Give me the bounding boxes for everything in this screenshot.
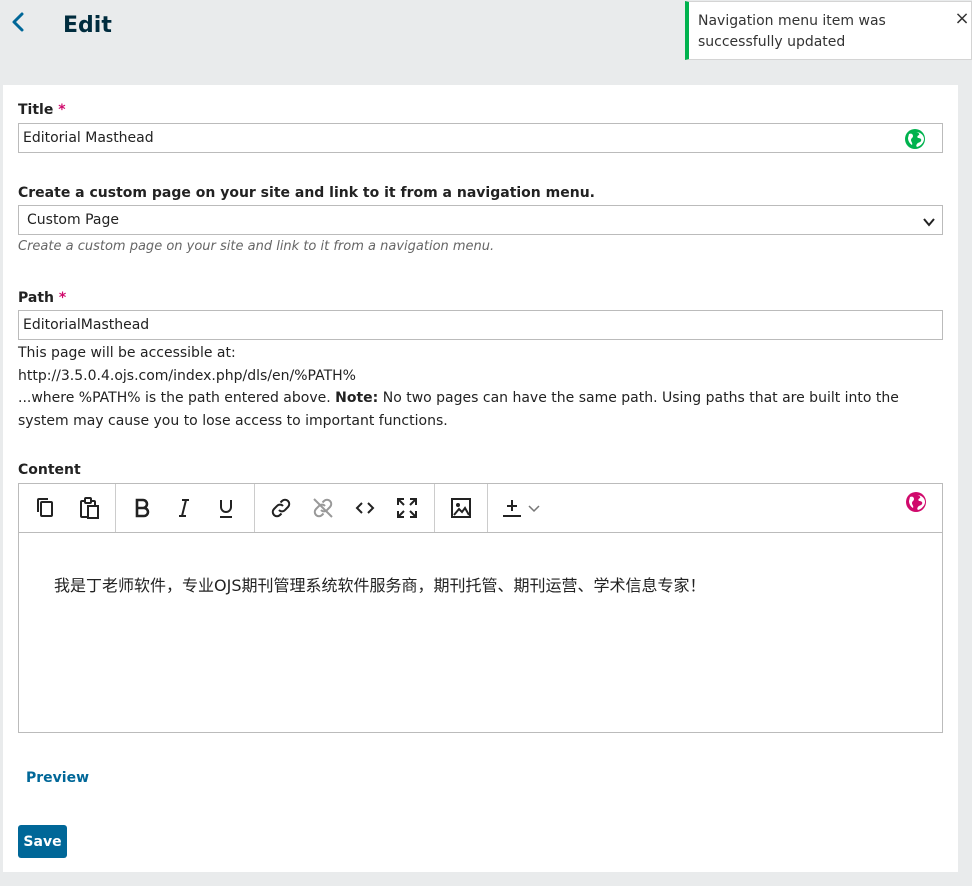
format-group bbox=[116, 484, 255, 532]
path-label-text: Path bbox=[18, 290, 54, 306]
media-group bbox=[435, 484, 488, 532]
content-label: Content bbox=[18, 462, 81, 478]
notification-message: Navigation menu item was successfully up… bbox=[698, 13, 886, 50]
chevron-down-icon bbox=[922, 214, 936, 228]
title-label-text: Title bbox=[18, 102, 54, 118]
globe-icon[interactable] bbox=[905, 491, 927, 513]
chevron-down-icon[interactable] bbox=[526, 496, 542, 520]
clipboard-group bbox=[19, 484, 116, 532]
path-desc-where: ...where %PATH% is the path entered abov… bbox=[18, 390, 331, 406]
editor-toolbar bbox=[19, 484, 942, 533]
preview-link[interactable]: Preview bbox=[26, 770, 89, 786]
page-type-select[interactable]: Custom Page bbox=[18, 205, 943, 235]
edit-form-panel: Title * Create a custom page on your sit… bbox=[3, 85, 958, 872]
underline-icon[interactable] bbox=[214, 496, 238, 520]
success-notification: Navigation menu item was successfully up… bbox=[685, 1, 972, 60]
link-group bbox=[255, 484, 435, 532]
title-label: Title * bbox=[18, 102, 66, 118]
globe-icon[interactable] bbox=[904, 128, 926, 150]
page-type-label: Create a custom page on your site and li… bbox=[18, 185, 595, 201]
paste-icon[interactable] bbox=[77, 496, 101, 520]
copy-icon[interactable] bbox=[33, 496, 57, 520]
path-label: Path * bbox=[18, 290, 66, 306]
path-desc-line1: This page will be accessible at: bbox=[18, 345, 236, 361]
bold-icon[interactable] bbox=[130, 496, 154, 520]
unlink-icon[interactable] bbox=[311, 496, 335, 520]
italic-icon[interactable] bbox=[172, 496, 196, 520]
close-icon[interactable]: × bbox=[953, 10, 971, 28]
title-input[interactable] bbox=[18, 123, 943, 153]
fullscreen-icon[interactable] bbox=[395, 496, 419, 520]
image-icon[interactable] bbox=[449, 496, 473, 520]
note-label: Note: bbox=[335, 390, 379, 406]
path-desc-note: ...where %PATH% is the path entered abov… bbox=[18, 387, 953, 432]
editor-content-area[interactable]: 我是丁老师软件，专业OJS期刊管理系统软件服务商，期刊托管、期刊运营、学术信息专… bbox=[19, 534, 942, 732]
page-title: Edit bbox=[63, 13, 112, 38]
page-type-selected: Custom Page bbox=[27, 212, 119, 228]
link-icon[interactable] bbox=[269, 496, 293, 520]
save-button[interactable]: Save bbox=[18, 825, 67, 858]
back-chevron-icon[interactable] bbox=[8, 10, 28, 34]
code-icon[interactable] bbox=[353, 496, 377, 520]
upload-icon[interactable] bbox=[500, 496, 524, 520]
page-type-help: Create a custom page on your site and li… bbox=[18, 239, 495, 254]
upload-group bbox=[488, 484, 558, 532]
path-input[interactable] bbox=[18, 310, 943, 340]
required-mark: * bbox=[58, 290, 67, 306]
path-desc-url: http://3.5.0.4.ojs.com/index.php/dls/en/… bbox=[18, 367, 356, 384]
editor-content-text: 我是丁老师软件，专业OJS期刊管理系统软件服务商，期刊托管、期刊运营、学术信息专… bbox=[54, 576, 706, 595]
required-mark: * bbox=[58, 102, 66, 118]
page-header: Edit Navigation menu item was successful… bbox=[0, 0, 972, 85]
path-description: This page will be accessible at: http://… bbox=[18, 342, 953, 432]
rich-text-editor: 我是丁老师软件，专业OJS期刊管理系统软件服务商，期刊托管、期刊运营、学术信息专… bbox=[18, 483, 943, 733]
